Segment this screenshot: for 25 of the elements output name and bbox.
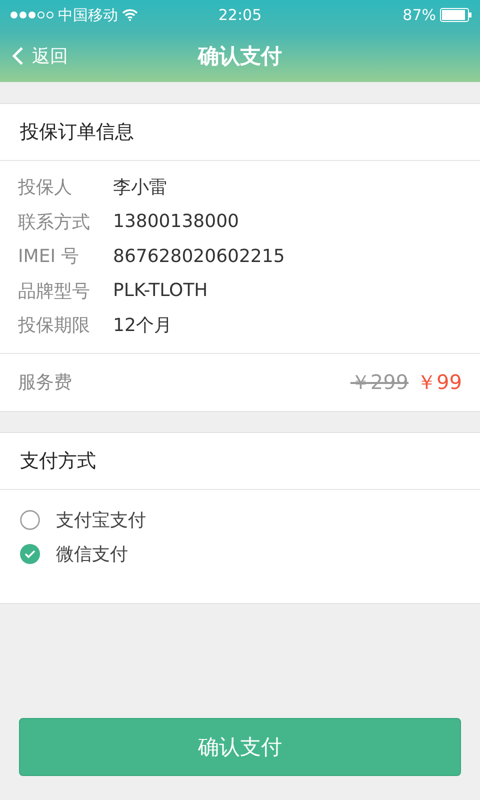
chevron-left-icon [12,46,24,66]
status-time: 22:05 [218,6,262,24]
payment-option[interactable]: 微信支付 [20,536,480,570]
discount-price: ￥99 [416,368,462,396]
field-label: 投保期限 [18,314,91,338]
original-price: ￥299 [350,368,409,396]
field-value: 13800138000 [113,211,239,232]
field-label: 联系方式 [18,210,91,234]
field-label: 投保人 [18,176,73,200]
field-value: 867628020602215 [113,246,285,267]
field-label: 品牌型号 [18,280,91,303]
battery-icon [440,8,472,22]
battery-percent: 87% [402,6,436,24]
fee-label: 服务费 [18,371,73,394]
section-title: 投保订单信息 [0,104,480,161]
carrier-name: 中国移动 [58,6,118,24]
field-value: PLK-TLOTH [113,280,208,302]
payment-option[interactable]: 支付宝支付 [20,502,480,536]
field-value: 李小雷 [113,176,167,200]
section-title: 支付方式 [0,432,480,490]
field-label: IMEI 号 [18,245,80,268]
field-value: 12个月 [113,314,172,338]
signal-icon [10,11,54,19]
page-title: 确认支付 [198,43,282,70]
wifi-icon [122,9,138,21]
